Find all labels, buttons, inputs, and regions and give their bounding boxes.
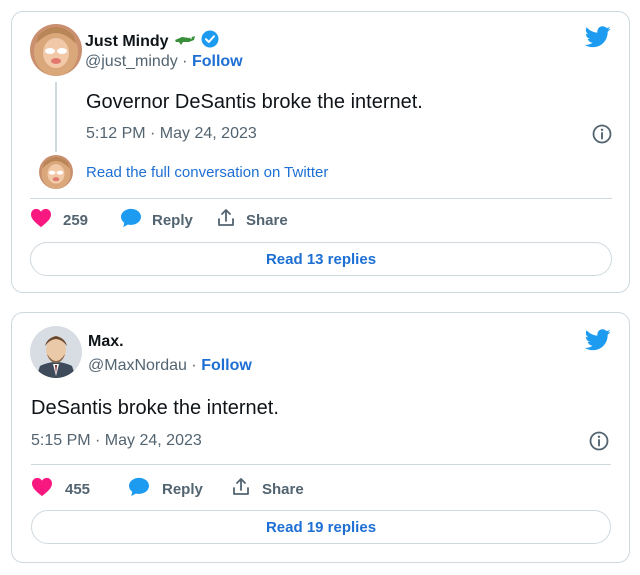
like-button[interactable]: 455 bbox=[31, 477, 90, 501]
info-icon[interactable] bbox=[589, 431, 609, 456]
share-label: Share bbox=[262, 480, 304, 498]
read-replies-button[interactable]: Read 13 replies bbox=[30, 242, 612, 276]
handle[interactable]: @MaxNordau bbox=[88, 357, 187, 374]
info-icon[interactable] bbox=[592, 124, 612, 149]
reply-button[interactable]: Reply bbox=[128, 477, 203, 501]
share-icon bbox=[216, 208, 236, 232]
heart-icon bbox=[31, 477, 53, 501]
crocodile-icon bbox=[174, 33, 196, 51]
timestamp[interactable]: 5:15 PM · May 24, 2023 bbox=[31, 432, 202, 450]
reply-button[interactable]: Reply bbox=[120, 208, 193, 232]
separator-dot: · bbox=[191, 357, 197, 374]
thread-line bbox=[55, 82, 57, 152]
heart-icon bbox=[30, 208, 52, 232]
timestamp[interactable]: 5:12 PM · May 24, 2023 bbox=[86, 125, 257, 143]
follow-button[interactable]: Follow bbox=[201, 357, 252, 374]
twitter-logo-icon[interactable] bbox=[584, 329, 611, 356]
share-icon bbox=[231, 477, 251, 501]
twitter-logo-icon[interactable] bbox=[584, 26, 611, 53]
tweet-card-2: Max. @MaxNordau · Follow DeSantis broke … bbox=[11, 312, 630, 563]
display-name[interactable]: Max. bbox=[88, 333, 124, 350]
reply-bubble-icon bbox=[128, 477, 150, 501]
like-count: 455 bbox=[65, 480, 91, 498]
verified-badge-icon bbox=[201, 30, 219, 53]
avatar[interactable] bbox=[30, 24, 82, 76]
divider bbox=[31, 464, 611, 465]
reply-label: Reply bbox=[162, 480, 203, 498]
handle[interactable]: @just_mindy bbox=[85, 53, 178, 70]
like-count: 259 bbox=[63, 211, 89, 229]
read-conversation-link[interactable]: Read the full conversation on Twitter bbox=[86, 164, 328, 181]
display-name[interactable]: Just Mindy bbox=[85, 33, 169, 51]
share-button[interactable]: Share bbox=[231, 477, 304, 501]
reply-bubble-icon bbox=[120, 208, 142, 232]
tweet-text: Governor DeSantis broke the internet. bbox=[86, 91, 423, 113]
avatar[interactable] bbox=[30, 326, 82, 378]
avatar-small[interactable] bbox=[39, 155, 73, 189]
divider bbox=[30, 198, 612, 199]
read-replies-button[interactable]: Read 19 replies bbox=[31, 510, 611, 544]
tweet-text: DeSantis broke the internet. bbox=[31, 397, 279, 419]
tweet-card-1: Just Mindy @just_mindy · Follow Governor… bbox=[11, 11, 630, 293]
reply-label: Reply bbox=[152, 211, 193, 229]
like-button[interactable]: 259 bbox=[30, 208, 88, 232]
share-button[interactable]: Share bbox=[216, 208, 288, 232]
share-label: Share bbox=[246, 211, 288, 229]
follow-button[interactable]: Follow bbox=[192, 53, 243, 70]
separator-dot: · bbox=[182, 53, 188, 70]
